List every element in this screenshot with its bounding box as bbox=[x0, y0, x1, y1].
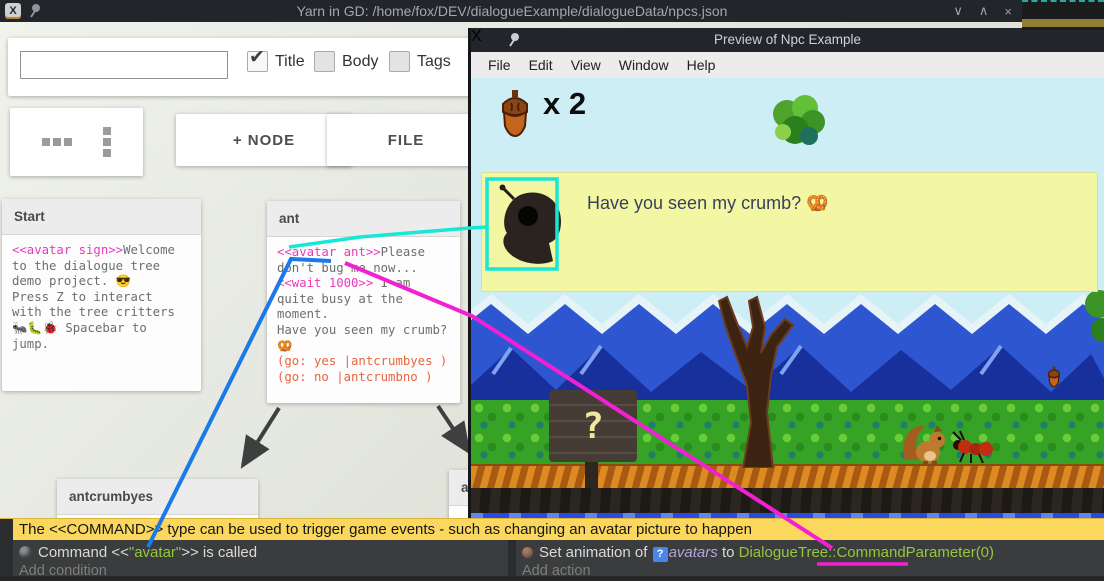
squirrel-sprite bbox=[901, 418, 947, 464]
preview-titlebar: X Preview of Npc Example bbox=[471, 28, 1104, 52]
window-title: Yarn in GD: /home/fox/DEV/dialogueExampl… bbox=[0, 0, 1024, 22]
menu-window[interactable]: Window bbox=[610, 57, 678, 73]
sign-question-label: ? bbox=[582, 406, 604, 447]
node-ant[interactable]: ant <<avatar ant>>Please don't bug me no… bbox=[267, 201, 460, 403]
item-count-label: x 2 bbox=[543, 86, 586, 122]
sign-post bbox=[585, 462, 598, 488]
menu-file[interactable]: File bbox=[479, 57, 520, 73]
condition-icon bbox=[19, 546, 32, 559]
filter-title-label: Title bbox=[275, 53, 305, 71]
condition-column[interactable]: Command <<"avatar">> is called Add condi… bbox=[13, 540, 508, 581]
ant-npc-sprite bbox=[951, 430, 993, 464]
filter-title: ✔ Title bbox=[247, 51, 305, 72]
screen: X Yarn in GD: /home/fox/DEV/dialogueExam… bbox=[0, 0, 1104, 581]
dialogue-box: Have you seen my crumb? 🥨 bbox=[481, 172, 1098, 292]
filter-tags: Tags bbox=[389, 51, 451, 72]
game-viewport: x 2 bbox=[471, 78, 1104, 518]
tip-margin bbox=[0, 519, 13, 540]
action-icon bbox=[522, 547, 533, 558]
event-column-divider bbox=[508, 540, 516, 581]
tooltip-bar: The <<COMMAND>> type can be used to trig… bbox=[0, 518, 1104, 540]
checkmark-icon: ✔ bbox=[249, 46, 265, 69]
node-ant-body[interactable]: <<avatar ant>>Please don't bug me now...… bbox=[267, 237, 460, 393]
question-sign: ? bbox=[549, 390, 637, 462]
node-ant-title[interactable]: ant bbox=[267, 201, 460, 237]
ant-avatar-image bbox=[498, 183, 568, 269]
menu-view[interactable]: View bbox=[562, 57, 610, 73]
filter-body-label: Body bbox=[342, 53, 378, 71]
minimize-icon[interactable]: ∨ bbox=[953, 3, 963, 19]
layout-toggle-card bbox=[10, 108, 143, 176]
main-titlebar: X Yarn in GD: /home/fox/DEV/dialogueExam… bbox=[0, 0, 1104, 22]
dialogue-text: Have you seen my crumb? 🥨 bbox=[587, 193, 829, 214]
vertical-layout-icon[interactable] bbox=[103, 127, 111, 157]
title-checkbox[interactable]: ✔ bbox=[247, 51, 268, 72]
tooltip-text: The <<COMMAND>> type can be used to trig… bbox=[19, 521, 752, 538]
tags-checkbox[interactable] bbox=[389, 51, 410, 72]
event-sheet: Command <<"avatar">> is called Add condi… bbox=[0, 540, 1104, 581]
menu-edit[interactable]: Edit bbox=[520, 57, 562, 73]
add-node-button[interactable]: + NODE bbox=[176, 114, 352, 166]
menu-help[interactable]: Help bbox=[678, 57, 725, 73]
maximize-icon[interactable]: ∧ bbox=[979, 3, 989, 19]
background-window-bar bbox=[1022, 19, 1104, 27]
action-row[interactable]: Set animation of ?avatars to DialogueTre… bbox=[516, 540, 1104, 562]
action-column[interactable]: Set animation of ?avatars to DialogueTre… bbox=[516, 540, 1104, 581]
file-button[interactable]: FILE bbox=[327, 114, 485, 166]
preview-title: Preview of Npc Example bbox=[471, 28, 1104, 52]
acorn-hud-icon bbox=[499, 90, 531, 138]
filter-tags-label: Tags bbox=[417, 53, 451, 71]
body-checkbox[interactable] bbox=[314, 51, 335, 72]
search-input[interactable] bbox=[20, 51, 228, 79]
background-window-sliver bbox=[1022, 0, 1104, 30]
preview-window: X Preview of Npc Example File Edit View … bbox=[468, 28, 1104, 518]
close-icon[interactable]: × bbox=[1004, 4, 1012, 19]
horizontal-layout-icon[interactable] bbox=[42, 138, 72, 146]
node-antcrumbyes-title[interactable]: antcrumbyes bbox=[57, 479, 258, 515]
node-start[interactable]: Start <<avatar sign>>Welcome to the dial… bbox=[2, 199, 201, 391]
filter-body: Body bbox=[314, 51, 378, 72]
bottom-strip bbox=[0, 576, 1104, 581]
condition-text: Command <<"avatar">> is called bbox=[38, 544, 257, 561]
preview-menubar: File Edit View Window Help bbox=[471, 52, 1104, 78]
node-start-title[interactable]: Start bbox=[2, 199, 201, 235]
condition-row[interactable]: Command <<"avatar">> is called bbox=[13, 540, 508, 562]
dead-tree-sprite bbox=[689, 283, 809, 468]
hanging-acorn-sprite bbox=[1047, 366, 1061, 388]
bush-sprite bbox=[765, 92, 829, 152]
node-start-body[interactable]: <<avatar sign>>Welcome to the dialogue t… bbox=[2, 235, 201, 360]
event-margin bbox=[0, 540, 13, 581]
rock-layer bbox=[471, 488, 1104, 513]
action-text: Set animation of ?avatars to DialogueTre… bbox=[539, 544, 994, 562]
